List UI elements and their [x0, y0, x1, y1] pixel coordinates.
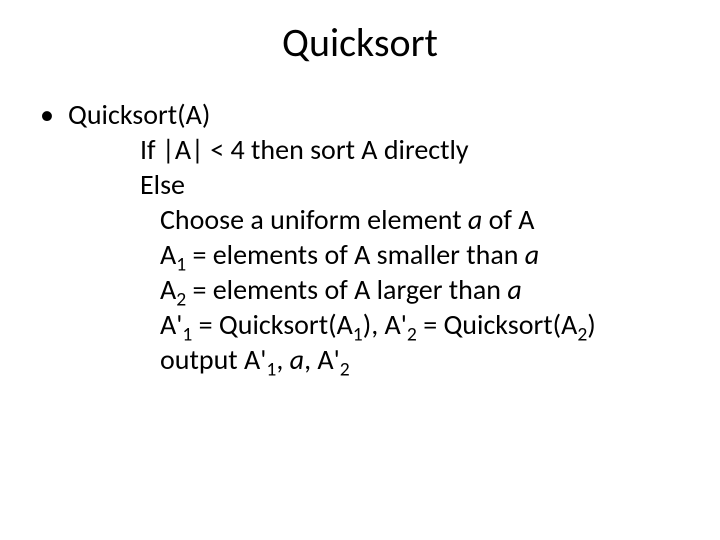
txt: ,	[276, 342, 289, 377]
sub: 2	[340, 358, 350, 382]
txt: A'	[160, 307, 182, 342]
sub: 1	[266, 358, 276, 382]
line-if: If |A| < 4 then sort A directly	[68, 132, 680, 167]
txt: A	[160, 237, 176, 272]
slide-body: Quicksort(A) If |A| < 4 then sort A dire…	[0, 77, 720, 377]
txt: ,	[304, 342, 317, 377]
txt: )	[587, 307, 596, 342]
var-a: a	[468, 202, 482, 237]
txt: = Quicksort(A	[417, 307, 577, 342]
line-a1: A1 = elements of A smaller than a	[68, 237, 680, 272]
txt: A'	[317, 342, 339, 377]
txt: = elements of A smaller than	[186, 237, 525, 272]
sub: 2	[577, 323, 587, 347]
txt: Choose a uniform element	[160, 202, 468, 237]
sub: 1	[353, 323, 363, 347]
var-a: a	[507, 272, 521, 307]
line-a2: A2 = elements of A larger than a	[68, 272, 680, 307]
line-choose: Choose a uniform element a of A	[68, 202, 680, 237]
line-recurse: A'1 = Quicksort(A1), A'2 = Quicksort(A2)	[68, 307, 680, 342]
sub: 2	[407, 323, 417, 347]
txt: ),	[363, 307, 385, 342]
line-else: Else	[68, 167, 680, 202]
bullet-quicksort: Quicksort(A) If |A| < 4 then sort A dire…	[40, 97, 680, 377]
txt: = Quicksort(A	[192, 307, 352, 342]
slide-title: Quicksort	[0, 0, 720, 77]
var-a: a	[290, 342, 304, 377]
txt: = elements of A larger than	[186, 272, 507, 307]
line-output: output A'1, a, A'2	[68, 342, 680, 377]
txt: of A	[482, 202, 534, 237]
txt: output	[160, 342, 244, 377]
bullet-text: Quicksort(A)	[68, 97, 210, 132]
txt: A'	[244, 342, 266, 377]
var-a: a	[525, 237, 539, 272]
txt: A	[160, 272, 176, 307]
txt: A'	[385, 307, 407, 342]
